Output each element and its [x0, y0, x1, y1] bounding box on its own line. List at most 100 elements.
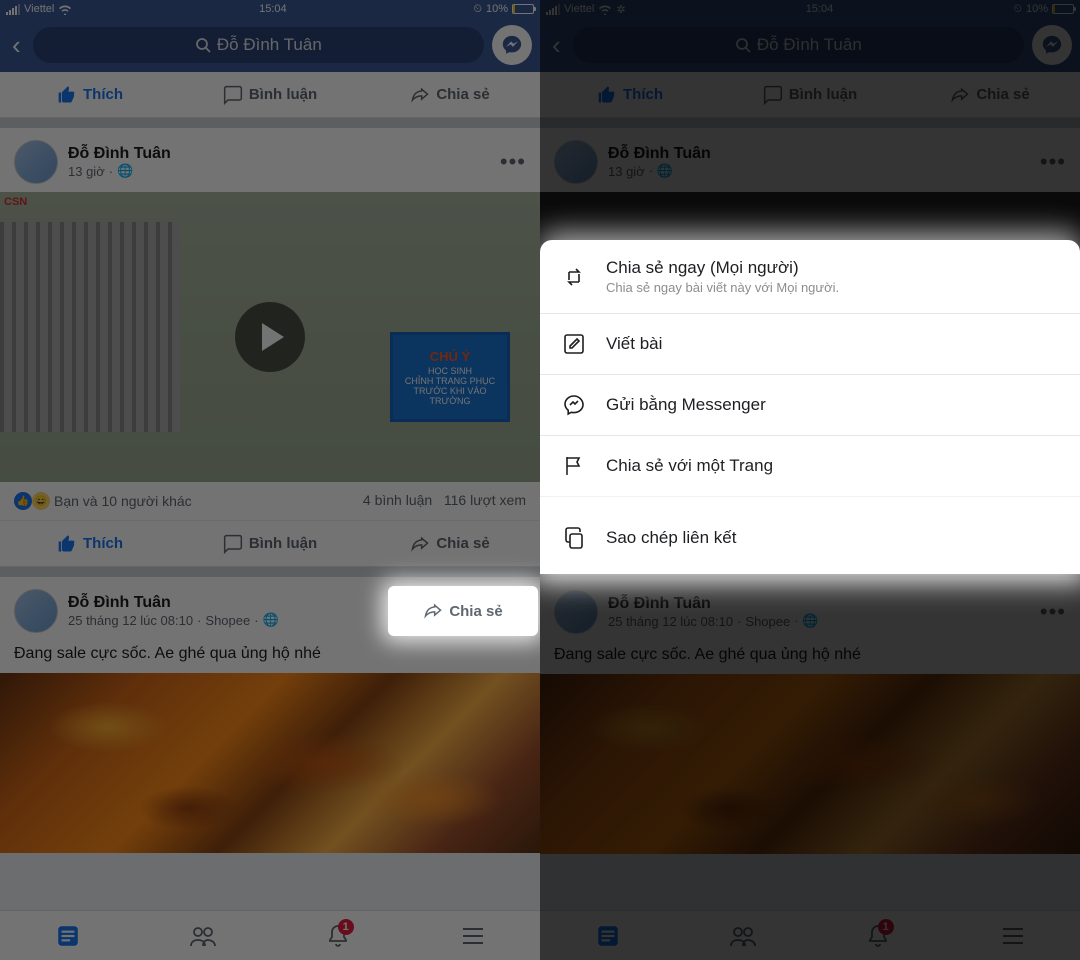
- tab-feed[interactable]: [540, 911, 675, 960]
- messenger-icon: [1041, 34, 1063, 56]
- gate-graphic: [0, 222, 180, 432]
- post2-text: Đang sale cực sốc. Ae ghé qua ủng hộ nhé: [0, 641, 540, 673]
- comment-icon: [763, 85, 783, 105]
- highlighted-share-button[interactable]: Chia sẻ: [388, 586, 538, 636]
- video-thumbnail[interactable]: CSN CHÚ Ý HỌC SINH CHỈNH TRANG PHỤC TRƯỚ…: [0, 192, 540, 482]
- phone-left: Viettel 15:04 ⏲ 10% ‹ Đỗ Đình Tuân Thích: [0, 0, 540, 960]
- battery-icon: [512, 4, 534, 14]
- comment-icon: [223, 534, 243, 554]
- post1-comment-button[interactable]: Bình luận: [180, 521, 360, 566]
- like-button[interactable]: Thích: [540, 72, 720, 117]
- phone-right: Viettel ✲ 15:04 ⏲ 10% ‹ Đỗ Đình Tuân Thí…: [540, 0, 1080, 960]
- avatar[interactable]: [14, 140, 58, 184]
- share-now-row[interactable]: Chia sẻ ngay (Mọi người) Chia sẻ ngay bà…: [540, 240, 1080, 314]
- reactions-text: Bạn và 10 người khác: [54, 493, 192, 509]
- share-icon: [410, 85, 430, 105]
- tab-notifications[interactable]: 1: [810, 911, 945, 960]
- tab-notifications[interactable]: 1: [270, 911, 405, 960]
- copy-link-row-highlighted[interactable]: Sao chép liên kết: [540, 502, 1080, 574]
- write-post-row[interactable]: Viết bài: [540, 314, 1080, 375]
- signal-icon: [6, 4, 20, 15]
- tab-feed[interactable]: [0, 911, 135, 960]
- status-bar: Viettel 15:04 ⏲ 10%: [0, 0, 540, 18]
- post1-header: Đỗ Đình Tuân 13 giờ · 🌐 •••: [0, 128, 540, 192]
- comment-label: Bình luận: [249, 86, 317, 103]
- search-field[interactable]: Đỗ Đình Tuân: [33, 27, 484, 63]
- globe-icon: 🌐: [263, 612, 279, 628]
- post2-image[interactable]: [0, 673, 540, 853]
- play-button[interactable]: [235, 302, 305, 372]
- post1-action-row: Thích Bình luận Chia sẻ: [0, 521, 540, 567]
- globe-icon: 🌐: [117, 163, 133, 179]
- notif-badge: 1: [338, 919, 354, 935]
- post1-header: Đỗ Đình Tuân 13 giờ · 🌐 •••: [540, 128, 1080, 192]
- share-page-row[interactable]: Chia sẻ với một Trang: [540, 436, 1080, 497]
- post1-stats: 👍 😄 Bạn và 10 người khác 4 bình luận 116…: [0, 482, 540, 521]
- views-count: 116 lượt xem: [444, 492, 526, 508]
- thumb-up-icon: [57, 534, 77, 554]
- like-react-icon: 👍: [14, 492, 32, 510]
- post1-share-button[interactable]: Chia sẻ: [360, 521, 540, 566]
- tab-menu[interactable]: [945, 911, 1080, 960]
- search-field[interactable]: Đỗ Đình Tuân: [573, 27, 1024, 63]
- feed-icon: [55, 923, 81, 949]
- post1-time: 13 giờ · 🌐: [68, 163, 490, 179]
- play-icon: [262, 323, 284, 351]
- wifi-icon: [598, 4, 612, 15]
- messenger-icon: [501, 34, 523, 56]
- tab-bar: 1: [540, 910, 1080, 960]
- signal-icon: [546, 4, 560, 15]
- top-action-row: Thích Bình luận Chia sẻ: [540, 72, 1080, 118]
- avatar[interactable]: [554, 140, 598, 184]
- send-messenger-row[interactable]: Gửi bằng Messenger: [540, 375, 1080, 436]
- post1-author[interactable]: Đỗ Đình Tuân: [68, 145, 490, 163]
- comment-button[interactable]: Bình luận: [720, 72, 900, 117]
- reactions[interactable]: 👍 😄 Bạn và 10 người khác: [14, 492, 192, 510]
- flag-icon: [560, 454, 588, 478]
- retweet-icon: [560, 265, 588, 289]
- back-button[interactable]: ‹: [548, 30, 565, 61]
- share-icon: [423, 601, 443, 621]
- back-button[interactable]: ‹: [8, 30, 25, 61]
- tab-menu[interactable]: [405, 911, 540, 960]
- battery-pct: 10%: [486, 3, 508, 15]
- avatar[interactable]: [14, 589, 58, 633]
- app-header: ‹ Đỗ Đình Tuân: [0, 18, 540, 72]
- post1-more-button[interactable]: •••: [500, 149, 526, 175]
- friends-icon: [189, 923, 217, 949]
- alarm-icon: ⏲: [473, 3, 482, 16]
- like-button[interactable]: Thích: [0, 72, 180, 117]
- loading-icon: ✲: [616, 3, 625, 16]
- comment-button[interactable]: Bình luận: [180, 72, 360, 117]
- search-icon: [195, 37, 211, 53]
- messenger-button[interactable]: [1032, 25, 1072, 65]
- tab-friends[interactable]: [675, 911, 810, 960]
- compose-icon: [560, 332, 588, 356]
- copy-icon: [560, 526, 588, 550]
- alarm-icon: ⏲: [1013, 3, 1022, 16]
- thumb-up-icon: [57, 85, 77, 105]
- sign-board: CHÚ Ý HỌC SINH CHỈNH TRANG PHỤC TRƯỚC KH…: [390, 332, 510, 422]
- wifi-icon: [58, 4, 72, 15]
- comments-count[interactable]: 4 bình luận: [363, 492, 432, 508]
- haha-react-icon: 😄: [32, 492, 50, 510]
- divider: [0, 567, 540, 577]
- divider: [0, 118, 540, 128]
- comment-icon: [223, 85, 243, 105]
- search-icon: [735, 37, 751, 53]
- share-button-top[interactable]: Chia sẻ: [360, 72, 540, 117]
- search-text: Đỗ Đình Tuân: [217, 35, 322, 55]
- messenger-outline-icon: [560, 393, 588, 417]
- tab-friends[interactable]: [135, 911, 270, 960]
- share-button-top[interactable]: Chia sẻ: [900, 72, 1080, 117]
- post2-header: Đỗ Đình Tuân 25 tháng 12 lúc 08:10 · Sho…: [540, 578, 1080, 642]
- post1-more-button[interactable]: •••: [1040, 149, 1066, 175]
- app-header: ‹ Đỗ Đình Tuân: [540, 18, 1080, 72]
- like-label: Thích: [83, 86, 123, 103]
- messenger-button[interactable]: [492, 25, 532, 65]
- hamburger-icon: [461, 926, 485, 946]
- battery-icon: [1052, 4, 1074, 14]
- post1-like-button[interactable]: Thích: [0, 521, 180, 566]
- tab-bar: 1: [0, 910, 540, 960]
- thumb-up-icon: [597, 85, 617, 105]
